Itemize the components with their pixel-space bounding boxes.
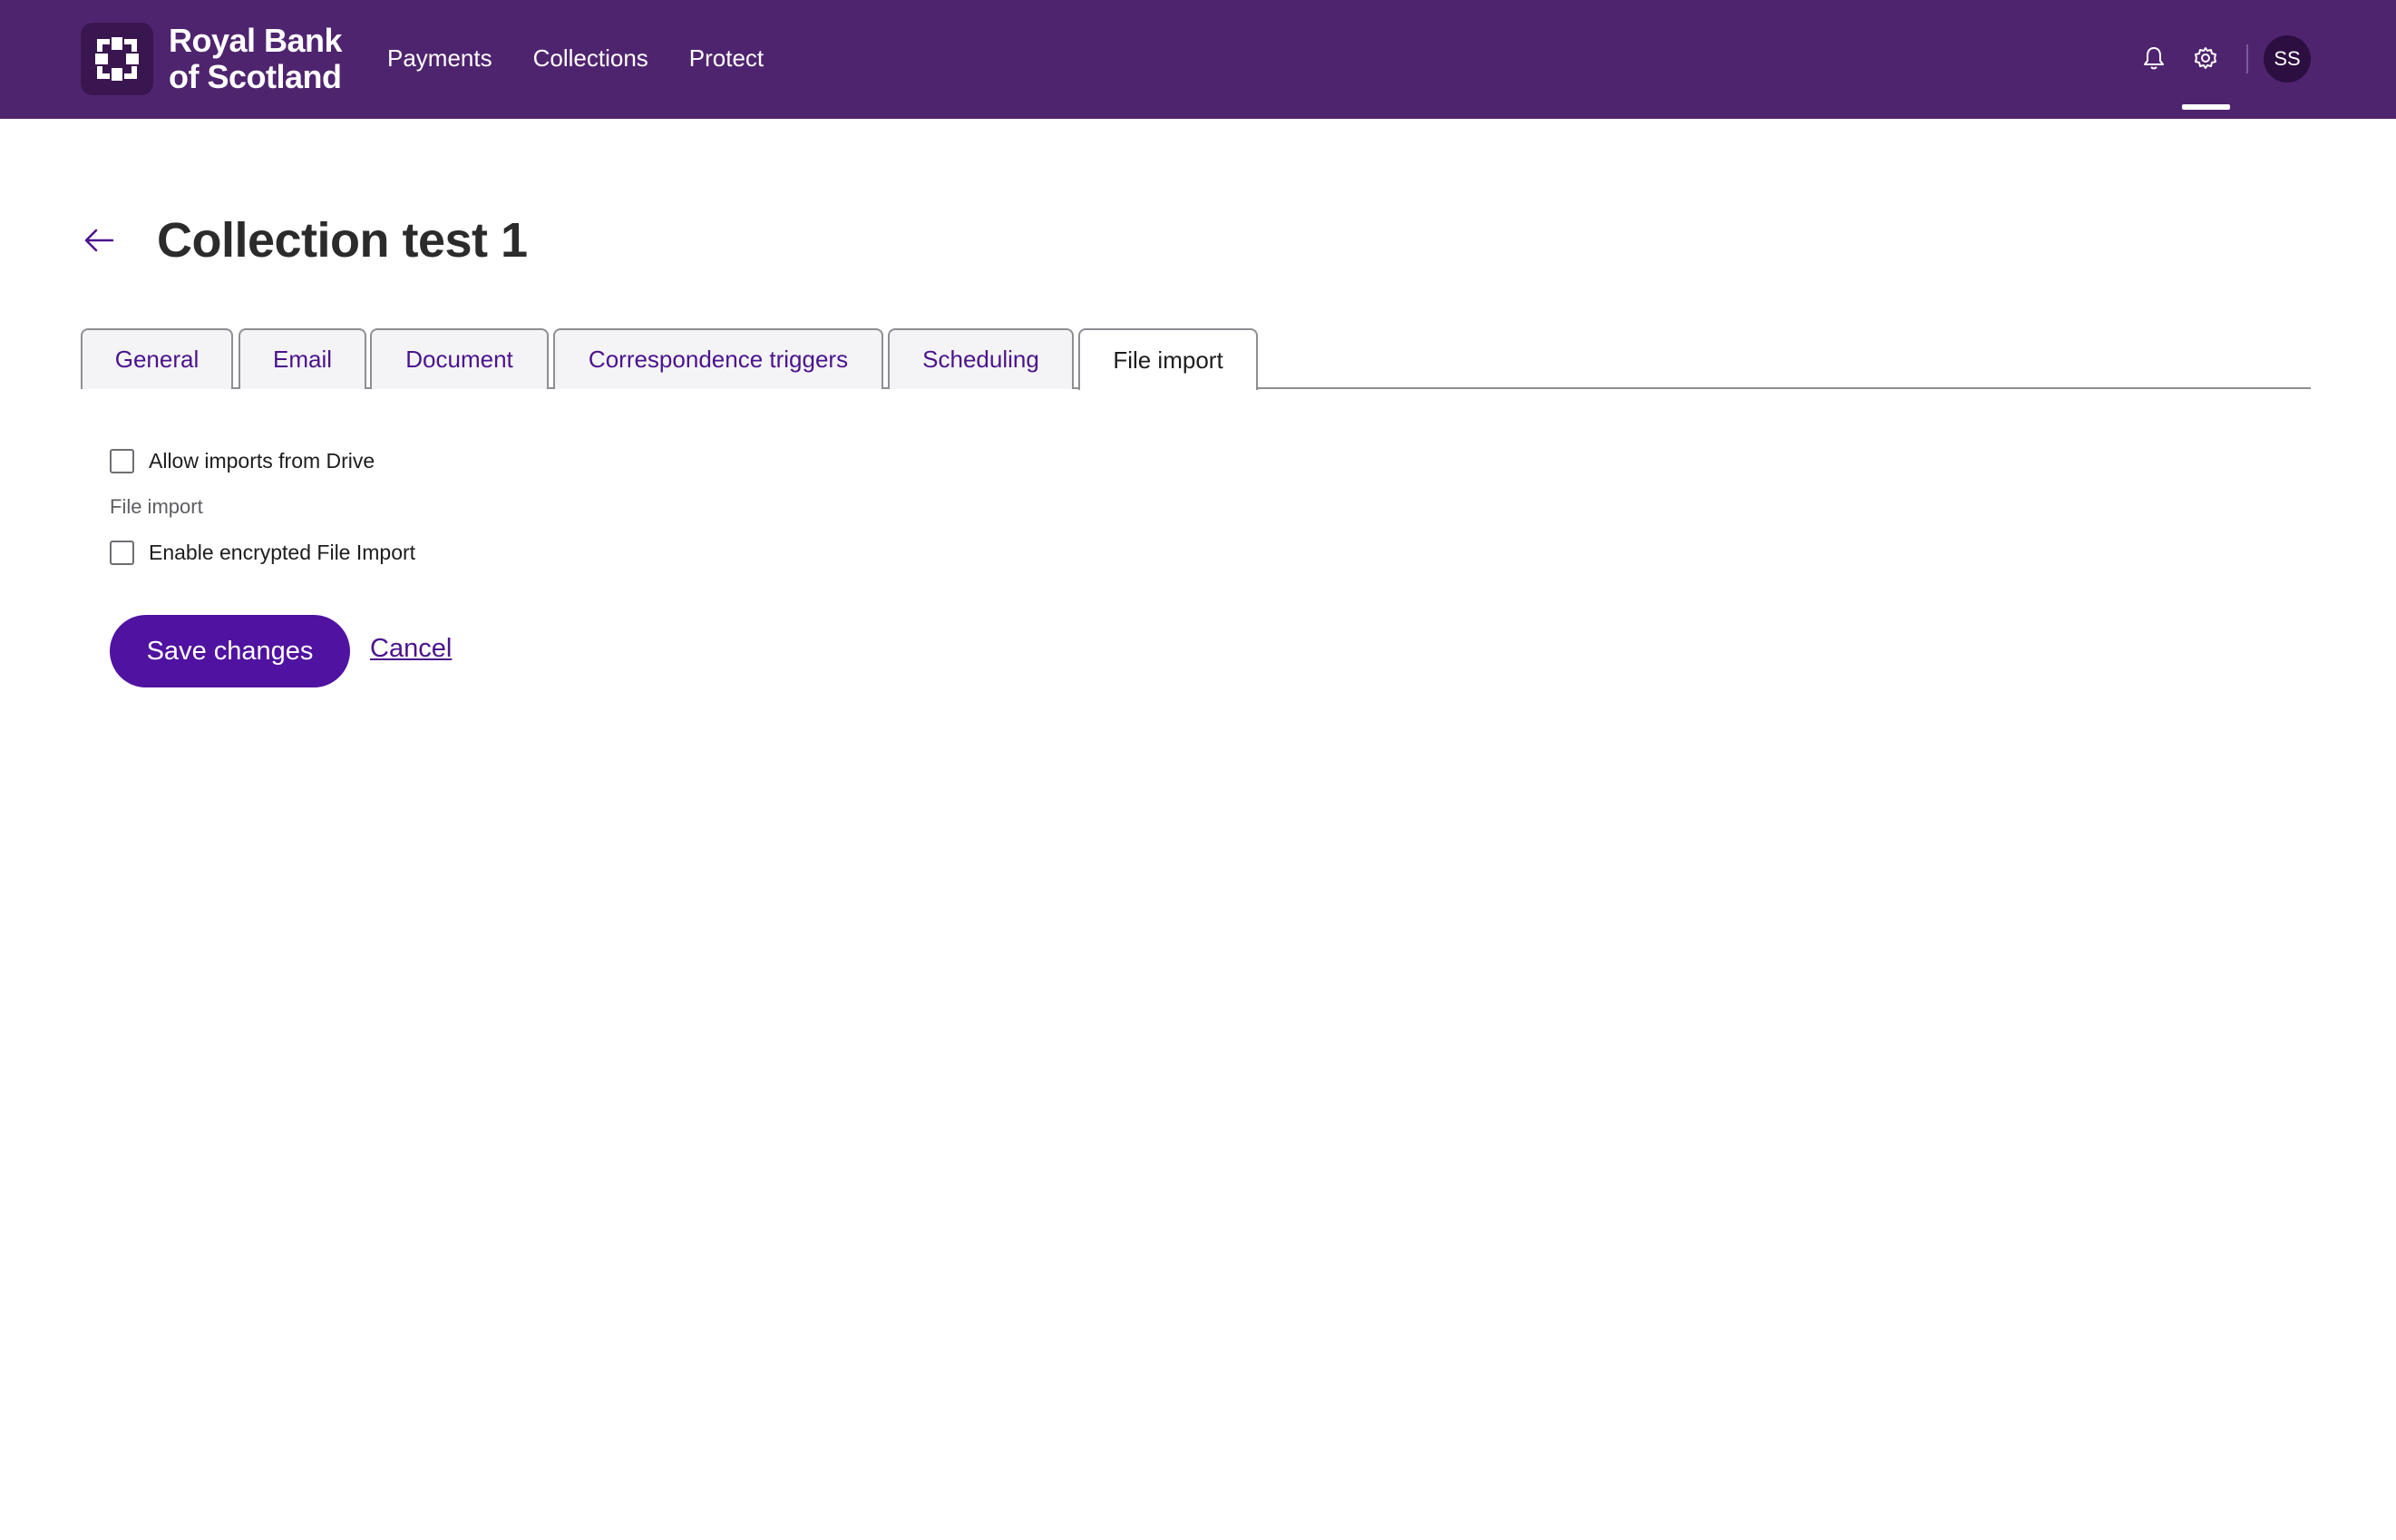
brand-name: Royal Bank of Scotland xyxy=(169,22,343,95)
bell-icon xyxy=(2144,47,2164,70)
nav-payments[interactable]: Payments xyxy=(387,44,492,73)
tab-correspondence-triggers[interactable]: Correspondence triggers xyxy=(553,328,883,389)
user-avatar[interactable]: SS xyxy=(2264,35,2311,83)
arrow-left-icon xyxy=(84,229,114,252)
file-import-section-label: File import xyxy=(110,495,203,518)
encrypted-import-row: Enable encrypted File Import xyxy=(110,539,415,566)
cancel-link[interactable]: Cancel xyxy=(370,634,452,664)
tab-document[interactable]: Document xyxy=(370,328,549,389)
header-divider xyxy=(2246,44,2248,73)
allow-drive-row: Allow imports from Drive xyxy=(110,447,375,474)
tab-email[interactable]: Email xyxy=(239,328,366,389)
allow-drive-checkbox[interactable] xyxy=(110,448,134,473)
nav-protect[interactable]: Protect xyxy=(689,44,764,73)
save-changes-button[interactable]: Save changes xyxy=(110,615,350,687)
notifications-button[interactable] xyxy=(2138,42,2170,74)
brand-line-1: Royal Bank xyxy=(169,22,343,59)
gear-icon xyxy=(2195,47,2216,69)
settings-active-indicator xyxy=(2182,104,2230,110)
allow-drive-label: Allow imports from Drive xyxy=(149,449,375,473)
nav-collections[interactable]: Collections xyxy=(533,44,648,73)
daisy-wheel-icon xyxy=(95,37,139,81)
rbs-logo[interactable] xyxy=(81,23,153,95)
encrypted-import-label: Enable encrypted File Import xyxy=(149,541,416,564)
tab-file-import[interactable]: File import xyxy=(1078,328,1258,390)
brand-line-2: of Scotland xyxy=(169,58,342,95)
tab-general[interactable]: General xyxy=(81,328,233,389)
main-nav: Payments Collections Protect xyxy=(387,44,764,73)
tab-scheduling[interactable]: Scheduling xyxy=(888,328,1074,389)
page-title: Collection test 1 xyxy=(157,213,528,268)
back-button[interactable] xyxy=(81,222,117,258)
encrypted-import-checkbox[interactable] xyxy=(110,540,134,565)
top-header: Royal Bank of Scotland Payments Collecti… xyxy=(0,0,2396,119)
settings-button[interactable] xyxy=(2189,42,2222,74)
